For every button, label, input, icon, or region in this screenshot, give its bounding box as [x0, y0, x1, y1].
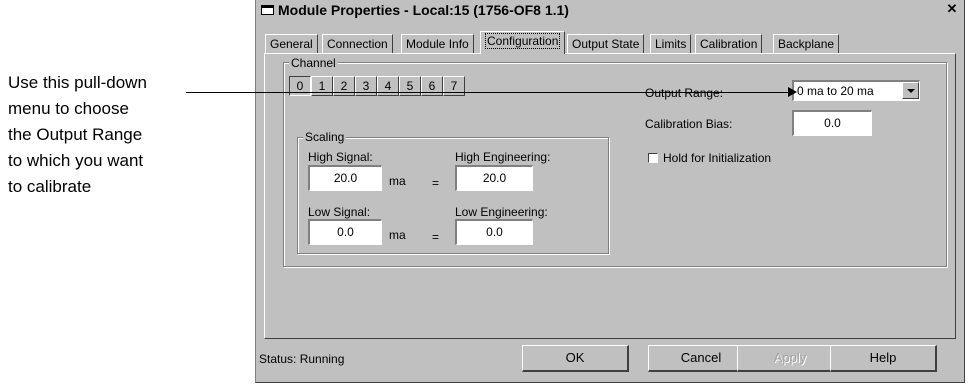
- hold-for-initialization-checkbox[interactable]: [648, 153, 658, 163]
- high-engineering-field[interactable]: 20.0: [455, 165, 533, 191]
- low-engineering-field[interactable]: 0.0: [455, 219, 533, 245]
- module-properties-window: Module Properties - Local:15 (1756-OF8 1…: [255, 0, 965, 383]
- scaling-group-label: Scaling: [303, 130, 347, 144]
- callout-line: menu to choose: [8, 99, 129, 118]
- low-equals: =: [432, 230, 440, 244]
- callout-line: to which you want: [8, 151, 144, 170]
- low-signal-unit: ma: [389, 228, 406, 242]
- channel-button-2[interactable]: 2: [333, 76, 355, 96]
- callout-line: to calibrate: [8, 177, 92, 196]
- callout-arrow-line: [186, 92, 791, 93]
- window-title: Module Properties - Local:15 (1756-OF8 1…: [278, 2, 569, 18]
- high-equals: =: [432, 176, 440, 190]
- output-range-dropdown[interactable]: 0 ma to 20 ma: [792, 80, 920, 101]
- output-range-label: Output Range:: [645, 86, 724, 100]
- tab-limits[interactable]: Limits: [650, 34, 692, 53]
- low-signal-label: Low Signal:: [308, 205, 371, 219]
- close-button[interactable]: ✕: [946, 2, 958, 15]
- channel-button-0[interactable]: 0: [289, 76, 311, 96]
- tab-configuration[interactable]: Configuration: [480, 31, 566, 54]
- status-text: Status: Running: [259, 352, 345, 366]
- arrow-right-icon: [788, 87, 797, 97]
- tab-module-info[interactable]: Module Info: [401, 34, 474, 53]
- channel-button-1[interactable]: 1: [311, 76, 333, 96]
- tab-general[interactable]: General: [265, 34, 318, 53]
- window-icon: [261, 5, 274, 15]
- callout-line: the Output Range: [8, 125, 143, 144]
- channel-button-7[interactable]: 7: [443, 76, 465, 96]
- high-signal-label: High Signal:: [308, 150, 373, 164]
- high-engineering-label: High Engineering:: [455, 150, 551, 164]
- low-engineering-label: Low Engineering:: [455, 205, 548, 219]
- low-signal-field[interactable]: 0.0: [308, 219, 382, 245]
- channel-group-label: Channel: [289, 56, 338, 70]
- calibration-bias-field[interactable]: 0.0: [792, 110, 872, 136]
- calibration-bias-label: Calibration Bias:: [645, 117, 733, 131]
- ok-button[interactable]: OK: [522, 345, 629, 372]
- apply-button: Apply: [737, 345, 844, 372]
- tab-backplane[interactable]: Backplane: [773, 34, 840, 53]
- tab-connection[interactable]: Connection: [322, 34, 393, 53]
- channel-button-4[interactable]: 4: [377, 76, 399, 96]
- chevron-down-icon[interactable]: [902, 82, 919, 99]
- channel-button-6[interactable]: 6: [421, 76, 443, 96]
- hold-for-initialization-label: Hold for Initialization: [663, 151, 772, 165]
- tab-calibration[interactable]: Calibration: [695, 34, 763, 53]
- tab-output-state[interactable]: Output State: [567, 34, 645, 53]
- channel-button-3[interactable]: 3: [355, 76, 377, 96]
- help-button[interactable]: Help: [830, 345, 937, 372]
- channel-button-5[interactable]: 5: [399, 76, 421, 96]
- callout-line: Use this pull-down: [8, 73, 147, 92]
- title-bar[interactable]: Module Properties - Local:15 (1756-OF8 1…: [256, 0, 964, 21]
- tab-configuration-label: Configuration: [485, 33, 561, 49]
- high-signal-unit: ma: [389, 174, 406, 188]
- output-range-value: 0 ma to 20 ma: [797, 84, 874, 98]
- high-signal-field[interactable]: 20.0: [308, 165, 382, 191]
- callout-text: Use this pull-down menu to choose the Ou…: [8, 70, 193, 200]
